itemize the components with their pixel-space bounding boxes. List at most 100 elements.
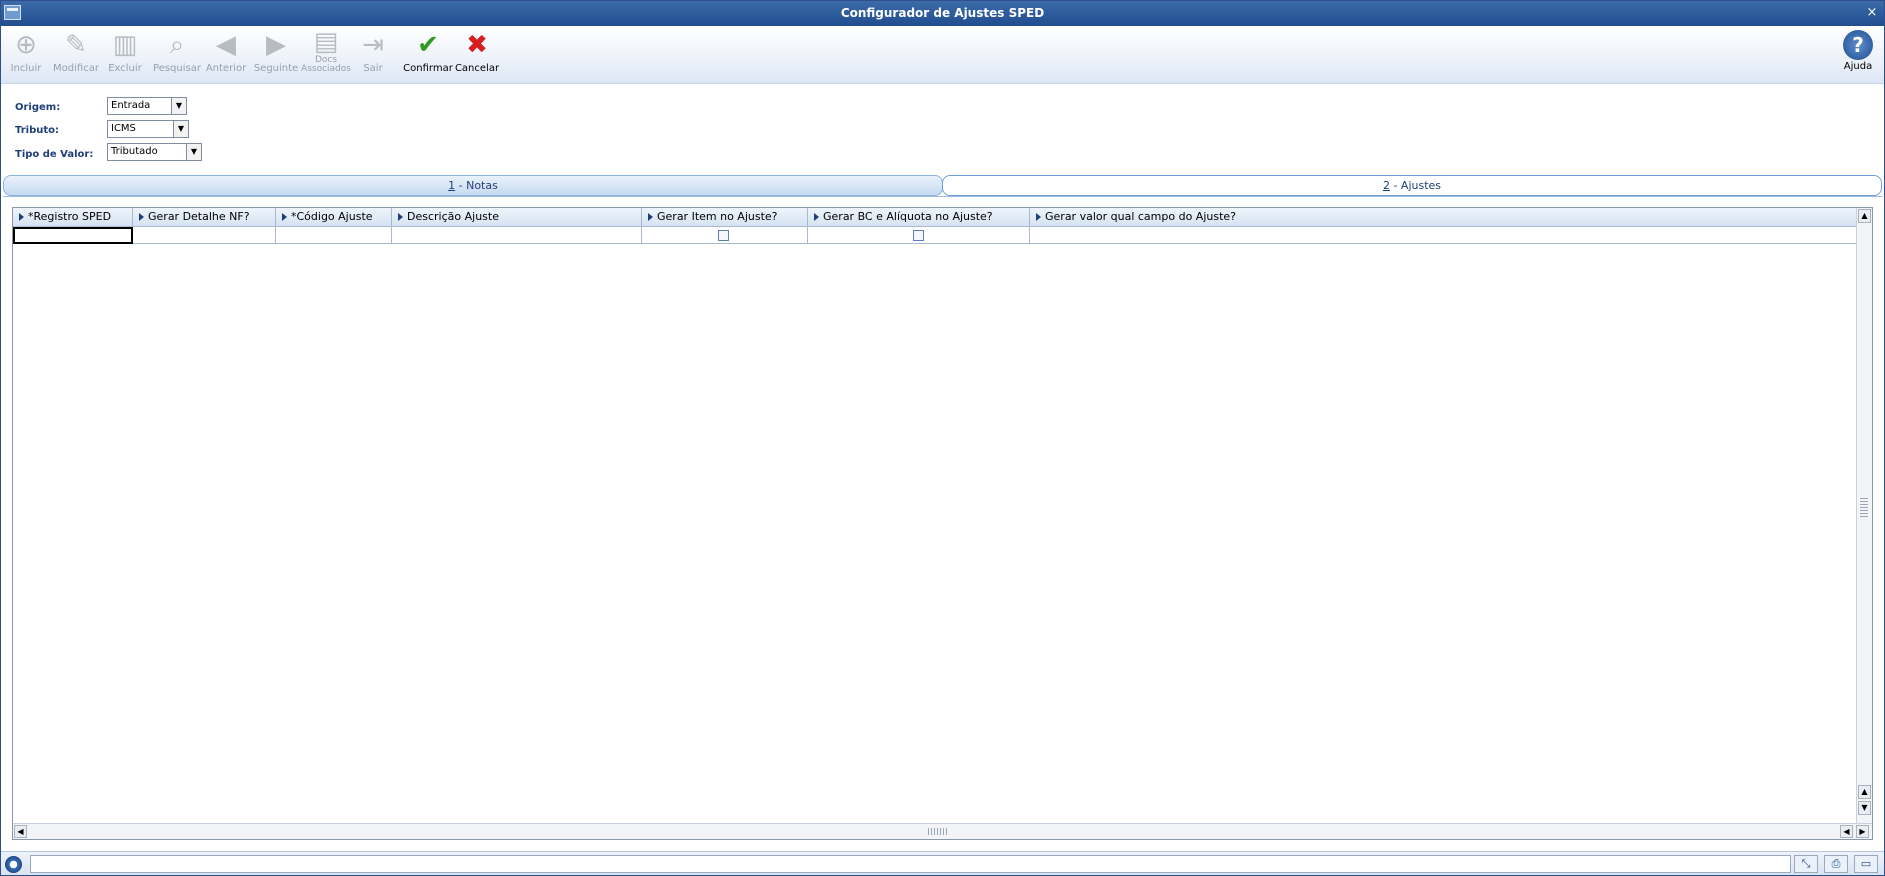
status-orb-icon[interactable] [5,856,22,873]
scroll-up-icon[interactable]: ▲ [1858,785,1871,799]
horizontal-scrollbar[interactable]: ◀ ◀ ▶ [13,823,1872,839]
docs-label-line2: Associados [301,64,351,74]
scroll-right-icon[interactable]: ▶ [1856,825,1869,838]
sort-arrow-icon [19,213,24,221]
trash-icon: ▥ [112,30,138,60]
column-header-label: *Registro SPED [28,210,112,223]
origem-label: Origem: [15,102,61,113]
documents-icon: ▤ [313,27,339,57]
column-header-gerar-item[interactable]: Gerar Item no Ajuste? [642,208,808,227]
column-header-codigo-ajuste[interactable]: *Código Ajuste [276,208,392,227]
tab-ajustes-label: - Ajustes [1389,179,1442,192]
tab-notas-label: - Notas [455,179,498,192]
confirmar-button[interactable]: ✔ Confirmar [403,28,453,82]
cell-gerar-detalhe-nf[interactable] [133,227,276,244]
ajustes-grid: *Registro SPED Gerar Detalhe NF? *Código… [12,207,1873,840]
column-header-registro-sped[interactable]: *Registro SPED [13,208,133,227]
incluir-button[interactable]: ⊕ Incluir [1,28,51,82]
tipo-valor-label: Tipo de Valor: [15,149,94,160]
seguinte-button[interactable]: ▶ Seguinte [251,28,301,82]
gerar-bc-aliquota-checkbox[interactable] [913,230,924,241]
column-header-gerar-valor-campo[interactable]: Gerar valor qual campo do Ajuste? [1030,208,1856,227]
tributo-select[interactable]: ICMS ▼ [107,120,189,138]
scroll-down-icon[interactable]: ▼ [1858,801,1871,815]
sort-arrow-icon [1036,213,1041,221]
add-icon: ⊕ [15,30,37,60]
toolbar: ⊕ Incluir ✎ Modificar ▥ Excluir ⌕ Pesqui… [1,26,1884,84]
close-button[interactable]: × [1864,5,1880,21]
incluir-label: Incluir [10,63,42,74]
main-window: Configurador de Ajustes SPED × ⊕ Incluir… [0,0,1885,876]
grid-header: *Registro SPED Gerar Detalhe NF? *Código… [13,208,1856,227]
origem-value: Entrada [111,100,151,111]
cell-registro-sped[interactable] [13,227,133,244]
excluir-label: Excluir [108,63,142,74]
column-header-descricao-ajuste[interactable]: Descrição Ajuste [392,208,642,227]
column-header-gerar-detalhe-nf[interactable]: Gerar Detalhe NF? [133,208,276,227]
edit-icon: ✎ [65,30,87,60]
status-message-field [30,855,1791,873]
title-bar: Configurador de Ajustes SPED × [1,1,1884,26]
origem-select[interactable]: Entrada ▼ [107,97,187,115]
column-header-label: Gerar BC e Alíquota no Ajuste? [823,210,993,223]
column-header-label: Gerar Detalhe NF? [148,210,250,223]
chevron-down-icon[interactable]: ▼ [173,121,188,137]
status-bar: ⤡ ⎙ ▭ [1,851,1884,875]
tab-ajustes[interactable]: 2 - Ajustes [942,175,1882,196]
scroll-up-icon[interactable]: ▲ [1858,209,1871,223]
pesquisar-label: Pesquisar [153,63,201,74]
gerar-item-checkbox[interactable] [718,230,729,241]
cell-gerar-valor-campo[interactable] [1030,227,1856,244]
vertical-scrollbar[interactable]: ▲ ▲ ▼ [1856,208,1872,823]
cell-descricao-ajuste[interactable] [392,227,642,244]
cell-gerar-item[interactable] [642,227,808,244]
scroll-left-icon[interactable]: ◀ [14,825,27,838]
tipo-valor-value: Tributado [111,146,158,157]
tab-ajustes-key: 2 [1382,179,1390,192]
scroll-left-icon[interactable]: ◀ [1840,825,1853,838]
message-icon[interactable]: ▭ [1854,855,1878,873]
column-header-gerar-bc-aliquota[interactable]: Gerar BC e Alíquota no Ajuste? [808,208,1030,227]
cancelar-button[interactable]: ✖ Cancelar [452,28,502,82]
help-icon: ? [1843,30,1873,60]
pesquisar-button[interactable]: ⌕ Pesquisar [152,28,202,82]
docs-associados-button[interactable]: ▤ Docs Associados [301,28,351,82]
anterior-button[interactable]: ◀ Anterior [201,28,251,82]
sort-arrow-icon [139,213,144,221]
modificar-button[interactable]: ✎ Modificar [51,28,101,82]
scroll-grip[interactable] [928,828,948,835]
column-header-label: *Código Ajuste [291,210,373,223]
cell-codigo-ajuste[interactable] [276,227,392,244]
scroll-grip[interactable] [1860,498,1868,518]
print-icon[interactable]: ⎙ [1824,855,1848,873]
tab-notas[interactable]: 1 - Notas [3,175,943,196]
window-title: Configurador de Ajustes SPED [840,6,1045,20]
sort-arrow-icon [398,213,403,221]
seguinte-label: Seguinte [253,63,299,74]
column-header-label: Gerar valor qual campo do Ajuste? [1045,210,1237,223]
ajuda-button[interactable]: ? Ajuda [1833,28,1883,82]
search-icon: ⌕ [169,30,185,60]
sair-button[interactable]: ⇥ Sair [348,28,398,82]
chevron-down-icon[interactable]: ▼ [171,98,186,114]
exit-icon: ⇥ [362,30,384,60]
expand-icon[interactable]: ⤡ [1794,855,1818,873]
modificar-label: Modificar [53,63,99,74]
tributo-label: Tributo: [15,125,60,136]
sair-label: Sair [363,63,383,74]
cell-gerar-bc-aliquota[interactable] [808,227,1030,244]
excluir-button[interactable]: ▥ Excluir [100,28,150,82]
column-header-label: Descrição Ajuste [407,210,499,223]
chevron-down-icon[interactable]: ▼ [186,144,201,160]
check-icon: ✔ [417,30,439,60]
confirmar-label: Confirmar [403,63,453,74]
sort-arrow-icon [814,213,819,221]
table-row[interactable] [13,227,1856,244]
sort-arrow-icon [282,213,287,221]
tab-divider [3,196,1882,197]
tipo-valor-select[interactable]: Tributado ▼ [107,143,202,161]
anterior-label: Anterior [205,63,247,74]
cancelar-label: Cancelar [454,63,500,74]
tab-strip: 1 - Notas 2 - Ajustes [3,175,1882,197]
sort-arrow-icon [648,213,653,221]
